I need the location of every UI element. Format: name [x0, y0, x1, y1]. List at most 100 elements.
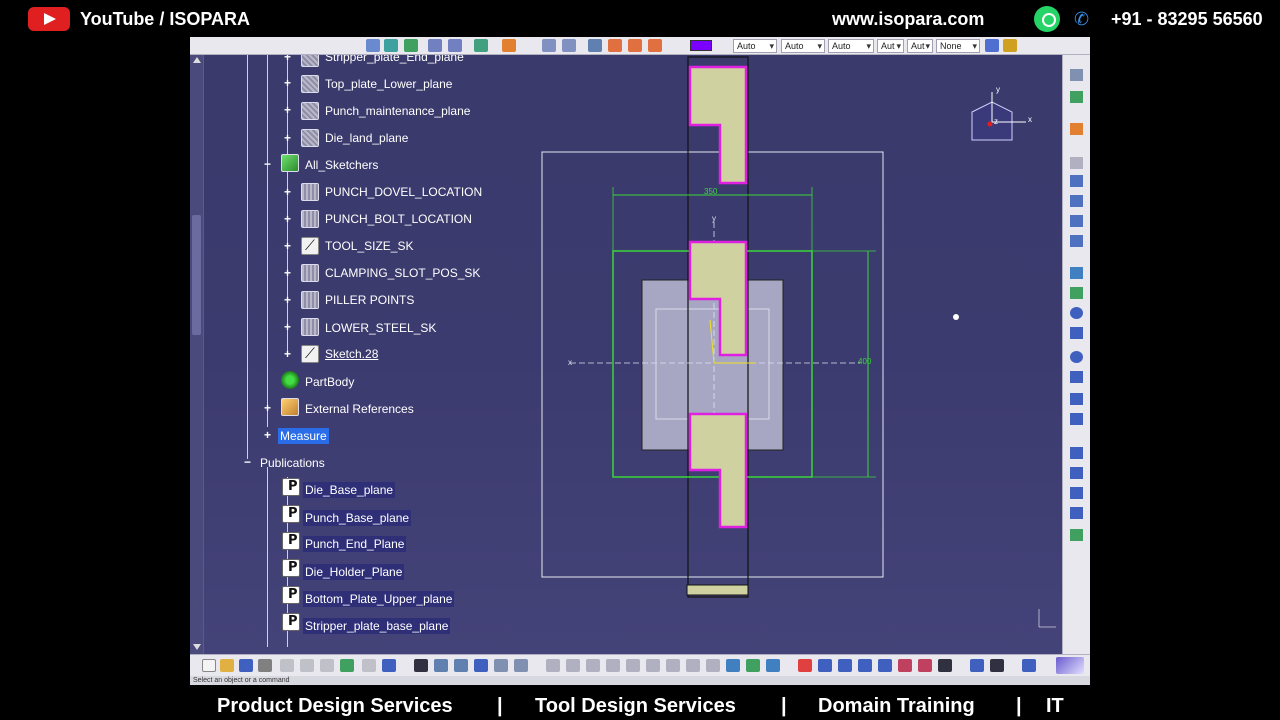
transform-icon[interactable] [608, 39, 622, 52]
fill-icon[interactable] [448, 39, 462, 52]
grid-snap-icon[interactable] [1070, 157, 1083, 169]
scroll-down-arrow[interactable] [193, 644, 201, 650]
layer-combo[interactable]: Aut [907, 39, 933, 53]
open-icon[interactable] [220, 659, 234, 672]
pan-icon[interactable] [586, 659, 600, 672]
scroll-up-arrow[interactable] [193, 57, 201, 63]
mirror-view-icon[interactable] [918, 659, 932, 672]
line-icon[interactable] [1070, 371, 1083, 383]
construction-icon[interactable] [1070, 175, 1083, 187]
spline-sketch-icon[interactable] [1070, 327, 1083, 339]
analysis-icon[interactable] [798, 659, 812, 672]
tree-item-piller-points[interactable]: PILLER POINTS [325, 292, 414, 308]
trim-icon[interactable] [1070, 487, 1083, 499]
tree-item-external-references[interactable]: External References [305, 401, 414, 417]
specification-icon[interactable] [838, 659, 852, 672]
tree-item-stripper-plate-base-plane[interactable]: Stripper_plate_base_plane [303, 618, 451, 634]
color-picker[interactable] [690, 40, 712, 51]
ellipse-icon[interactable] [1070, 351, 1083, 363]
point-combo[interactable]: Aut [877, 39, 904, 53]
connect-icon[interactable] [384, 39, 398, 52]
tree-item-die-land-plane[interactable]: Die_land_plane [325, 130, 408, 146]
symmetry-icon[interactable] [648, 39, 662, 52]
catalog-icon[interactable] [494, 659, 508, 672]
law-icon[interactable] [514, 659, 528, 672]
compass-toggle-icon[interactable] [858, 659, 872, 672]
tree-item-clamping-slot-pos-sk[interactable]: CLAMPING_SLOT_POS_SK [325, 265, 480, 281]
multi-view-icon[interactable] [686, 659, 700, 672]
constraint-icon[interactable] [1070, 235, 1083, 247]
quick-view-icon[interactable] [706, 659, 720, 672]
cut-part-icon[interactable] [970, 659, 984, 672]
sweep-icon[interactable] [428, 39, 442, 52]
tree-item-tool-size-sk[interactable]: TOOL_SIZE_SK [325, 238, 413, 254]
geometry-icon[interactable] [878, 659, 892, 672]
save-icon[interactable] [239, 659, 253, 672]
render-combo[interactable]: None [936, 39, 980, 53]
shading-icon[interactable] [726, 659, 740, 672]
tree-item-all-sketchers[interactable]: All_Sketchers [305, 157, 378, 173]
tree-item-measure[interactable]: Measure [278, 428, 329, 444]
normal-view-icon[interactable] [666, 659, 680, 672]
brush-icon[interactable] [1003, 39, 1017, 52]
print-icon[interactable] [258, 659, 272, 672]
corner-icon[interactable] [1070, 447, 1083, 459]
sketch-analysis-icon[interactable] [990, 659, 1004, 672]
tree-item-bottom-plate-upper-plane[interactable]: Bottom_Plate_Upper_plane [303, 591, 455, 607]
new-icon[interactable] [202, 659, 216, 672]
tree-item-partbody[interactable]: PartBody [305, 374, 354, 390]
tree-item-punch-end-plane[interactable]: Punch_End_Plane [303, 536, 407, 552]
table-icon[interactable] [474, 659, 488, 672]
chamfer-icon[interactable] [1070, 467, 1083, 479]
tree-item-sketch-28[interactable]: Sketch.28 [325, 346, 378, 362]
tree-expand-icon[interactable] [818, 659, 832, 672]
tree-item-lower-steel-sk[interactable]: LOWER_STEEL_SK [325, 320, 436, 336]
point-icon[interactable] [1070, 413, 1083, 425]
fly-icon[interactable] [546, 659, 560, 672]
tree-item-die-holder-plane[interactable]: Die_Holder_Plane [303, 564, 405, 580]
tree-item-punch-bolt-location[interactable]: PUNCH_BOLT_LOCATION [325, 211, 472, 227]
zoom-out-icon[interactable] [646, 659, 660, 672]
help-icon[interactable] [382, 659, 396, 672]
join-icon[interactable] [474, 39, 488, 52]
paste-icon[interactable] [320, 659, 334, 672]
axis-icon[interactable] [588, 39, 602, 52]
fit-all-icon[interactable] [566, 659, 580, 672]
rectangle-icon[interactable] [1070, 287, 1083, 299]
formula-icon[interactable] [414, 659, 428, 672]
cut-icon[interactable] [280, 659, 294, 672]
scroll-thumb[interactable] [192, 215, 201, 335]
comment-icon[interactable] [434, 659, 448, 672]
tree-item-publications[interactable]: Publications [260, 455, 325, 471]
axis-line-icon[interactable] [1070, 393, 1083, 405]
rotate-icon[interactable] [606, 659, 620, 672]
tree-item-punch-base-plane[interactable]: Punch_Base_plane [303, 510, 412, 526]
draft-icon[interactable] [898, 659, 912, 672]
tree-scrollbar[interactable] [190, 55, 204, 654]
zoom-in-icon[interactable] [626, 659, 640, 672]
measure-icon[interactable] [542, 39, 556, 52]
dimension-constraint-icon[interactable] [1070, 215, 1083, 227]
lineweight-combo[interactable]: Auto [828, 39, 874, 53]
sketch-tool-icon[interactable] [1070, 69, 1083, 81]
exit-sketch-icon[interactable] [1070, 91, 1083, 103]
paint-icon[interactable] [985, 39, 999, 52]
pattern-icon[interactable] [628, 39, 642, 52]
profile-icon[interactable] [1070, 267, 1083, 279]
undo-icon[interactable] [340, 659, 354, 672]
transparency-combo[interactable]: Auto [733, 39, 777, 53]
swap-visible-icon[interactable] [766, 659, 780, 672]
grid-icon[interactable] [562, 39, 576, 52]
hide-show-icon[interactable] [746, 659, 760, 672]
tree-item-punch-dovel-location[interactable]: PUNCH_DOVEL_LOCATION [325, 184, 482, 200]
edit-icon[interactable] [502, 39, 516, 52]
grid-toggle-icon[interactable] [1022, 659, 1036, 672]
compass-icon[interactable]: y x z [970, 84, 1040, 154]
tree-item-top-plate-lower-plane[interactable]: Top_plate_Lower_plane [325, 76, 452, 92]
capture-icon[interactable] [938, 659, 952, 672]
tree-item-punch-maintenance-plane[interactable]: Punch_maintenance_plane [325, 103, 470, 119]
redo-icon[interactable] [362, 659, 376, 672]
mirror-icon[interactable] [1070, 507, 1083, 519]
geometric-constraint-icon[interactable] [1070, 195, 1083, 207]
select-icon[interactable] [1070, 123, 1083, 135]
